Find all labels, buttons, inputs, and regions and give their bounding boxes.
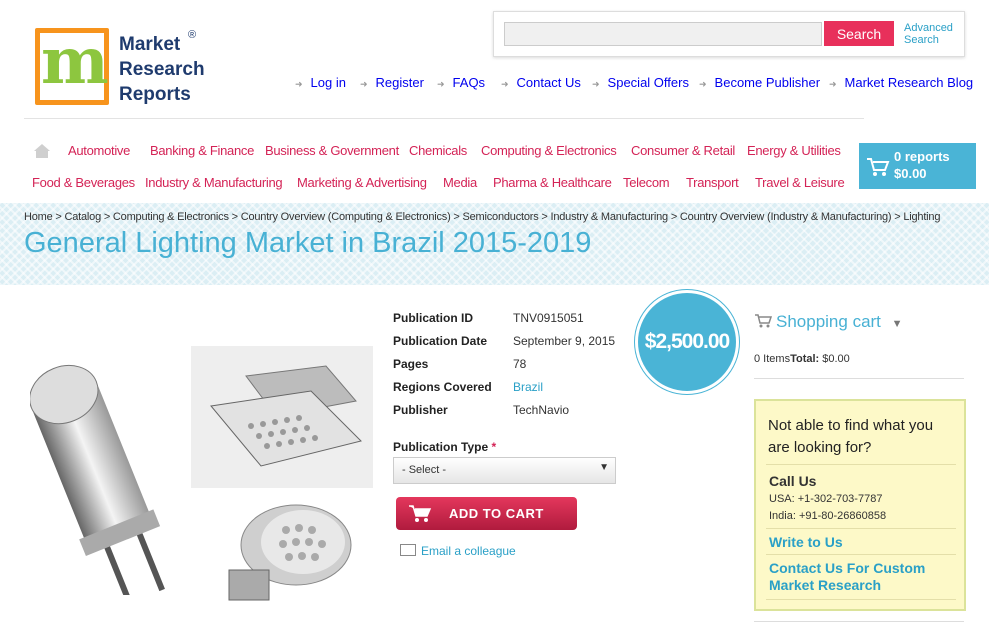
search-button[interactable]: Search bbox=[824, 21, 894, 46]
price-badge: $2,500.00 bbox=[635, 290, 739, 394]
category-consumer-retail[interactable]: Consumer & Retail bbox=[631, 143, 735, 158]
help-question: Not able to find what you are looking fo… bbox=[768, 417, 934, 456]
cart-divider bbox=[754, 378, 964, 379]
registered-mark: ® bbox=[188, 29, 197, 41]
cart-report-count: 0 reports bbox=[894, 149, 950, 164]
category-travel-leisure[interactable]: Travel & Leisure bbox=[755, 175, 845, 190]
publication-type-select[interactable]: - Select - ▼ bbox=[393, 457, 616, 484]
shopping-cart-summary: 0 ItemsTotal: $0.00 bbox=[754, 353, 850, 365]
header-cart-button[interactable]: 0 reports $0.00 bbox=[859, 143, 976, 189]
nav-contact-us[interactable]: ➜ Contact Us bbox=[501, 75, 581, 90]
category-computing-electronics[interactable]: Computing & Electronics bbox=[481, 143, 617, 158]
home-icon[interactable] bbox=[33, 143, 51, 159]
publication-date-label: Publication Date bbox=[393, 334, 488, 348]
email-colleague-link[interactable]: Email a colleague bbox=[400, 544, 516, 558]
custom-research-link[interactable]: Contact Us For Custom Market Research bbox=[769, 560, 959, 594]
logo-mark: m bbox=[35, 28, 109, 105]
nav-special-offers[interactable]: ➜ Special Offers bbox=[592, 75, 689, 90]
category-business-government[interactable]: Business & Government bbox=[265, 143, 399, 158]
category-energy-utilities[interactable]: Energy & Utilities bbox=[747, 143, 841, 158]
sidebar-divider bbox=[754, 621, 964, 622]
search-input[interactable] bbox=[504, 22, 822, 46]
pages-label: Pages bbox=[393, 357, 429, 371]
category-food-beverages[interactable]: Food & Beverages bbox=[32, 175, 135, 190]
region-brazil-link[interactable]: Brazil bbox=[513, 380, 543, 394]
add-to-cart-button[interactable]: ADD TO CART bbox=[396, 497, 577, 530]
publisher-value: TechNavio bbox=[513, 403, 570, 417]
site-logo[interactable]: m Market Research Reports ® bbox=[35, 28, 210, 108]
category-automotive[interactable]: Automotive bbox=[68, 143, 130, 158]
help-box: Not able to find what you are looking fo… bbox=[754, 399, 966, 611]
dropdown-arrow-icon: ▼ bbox=[599, 462, 609, 473]
page-title: General Lighting Market in Brazil 2015-2… bbox=[24, 227, 592, 259]
category-telecom[interactable]: Telecom bbox=[623, 175, 670, 190]
india-phone: India: +91-80-26860858 bbox=[769, 510, 887, 522]
category-chemicals[interactable]: Chemicals bbox=[409, 143, 467, 158]
regions-label: Regions Covered bbox=[393, 380, 492, 394]
breadcrumb[interactable]: Home > Catalog > Computing & Electronics… bbox=[24, 211, 940, 223]
call-us-heading: Call Us bbox=[769, 473, 817, 489]
category-banking-finance[interactable]: Banking & Finance bbox=[150, 143, 254, 158]
led-panel-image bbox=[191, 346, 373, 488]
led-spot-bulb-image bbox=[228, 504, 352, 601]
envelope-icon bbox=[400, 544, 416, 556]
cart-icon bbox=[409, 505, 432, 522]
category-pharma-healthcare[interactable]: Pharma & Healthcare bbox=[493, 175, 612, 190]
search-box: Search Advanced Search bbox=[493, 11, 965, 57]
publication-type-label: Publication Type * bbox=[393, 440, 497, 454]
publication-id-value: TNV0915051 bbox=[513, 311, 584, 325]
nav-blog[interactable]: ➜ Market Research Blog bbox=[829, 75, 973, 90]
led-bulb-image bbox=[30, 364, 165, 595]
category-industry-manufacturing[interactable]: Industry & Manufacturing bbox=[145, 175, 283, 190]
category-marketing-advertising[interactable]: Marketing & Advertising bbox=[297, 175, 427, 190]
chevron-down-icon: ▼ bbox=[891, 318, 903, 330]
cart-icon bbox=[755, 314, 772, 328]
cart-total: $0.00 bbox=[894, 166, 927, 181]
publisher-label: Publisher bbox=[393, 403, 448, 417]
header-divider bbox=[24, 118, 864, 119]
nav-faqs[interactable]: ➜ FAQs bbox=[437, 75, 485, 90]
write-to-us-link[interactable]: Write to Us bbox=[769, 534, 959, 551]
publication-id-label: Publication ID bbox=[393, 311, 474, 325]
pages-value: 78 bbox=[513, 357, 527, 371]
publication-date-value: September 9, 2015 bbox=[513, 334, 616, 348]
advanced-search-link[interactable]: Advanced Search bbox=[904, 22, 953, 46]
shopping-cart-heading[interactable]: Shopping cart ▼ bbox=[754, 312, 903, 332]
logo-text: Market Research Reports bbox=[119, 34, 205, 105]
nav-register[interactable]: ➜ Register bbox=[360, 75, 424, 90]
usa-phone: USA: +1-302-703-7787 bbox=[769, 493, 883, 505]
nav-login[interactable]: ➜ Log in bbox=[295, 75, 346, 90]
cart-icon bbox=[867, 158, 890, 176]
category-transport[interactable]: Transport bbox=[686, 175, 739, 190]
category-media[interactable]: Media bbox=[443, 175, 477, 190]
nav-become-publisher[interactable]: ➜ Become Publisher bbox=[699, 75, 820, 90]
